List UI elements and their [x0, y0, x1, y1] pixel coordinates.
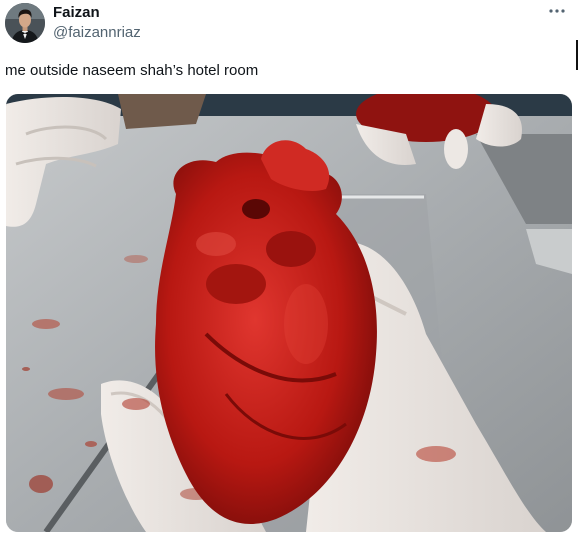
tweet-photo[interactable] [6, 94, 572, 532]
author-display-name[interactable]: Faizan [53, 4, 100, 22]
author-handle[interactable]: @faizannriaz [53, 24, 141, 42]
photo-heart-in-hands [6, 94, 572, 532]
more-options-button[interactable] [546, 2, 568, 20]
tweet-card: Faizan @faizannriaz me outside naseem sh… [0, 0, 578, 542]
profile-avatar-icon [5, 3, 45, 43]
avatar[interactable] [5, 3, 45, 43]
more-dots-icon [549, 9, 565, 13]
tweet-text: me outside naseem shah’s hotel room [5, 62, 259, 79]
